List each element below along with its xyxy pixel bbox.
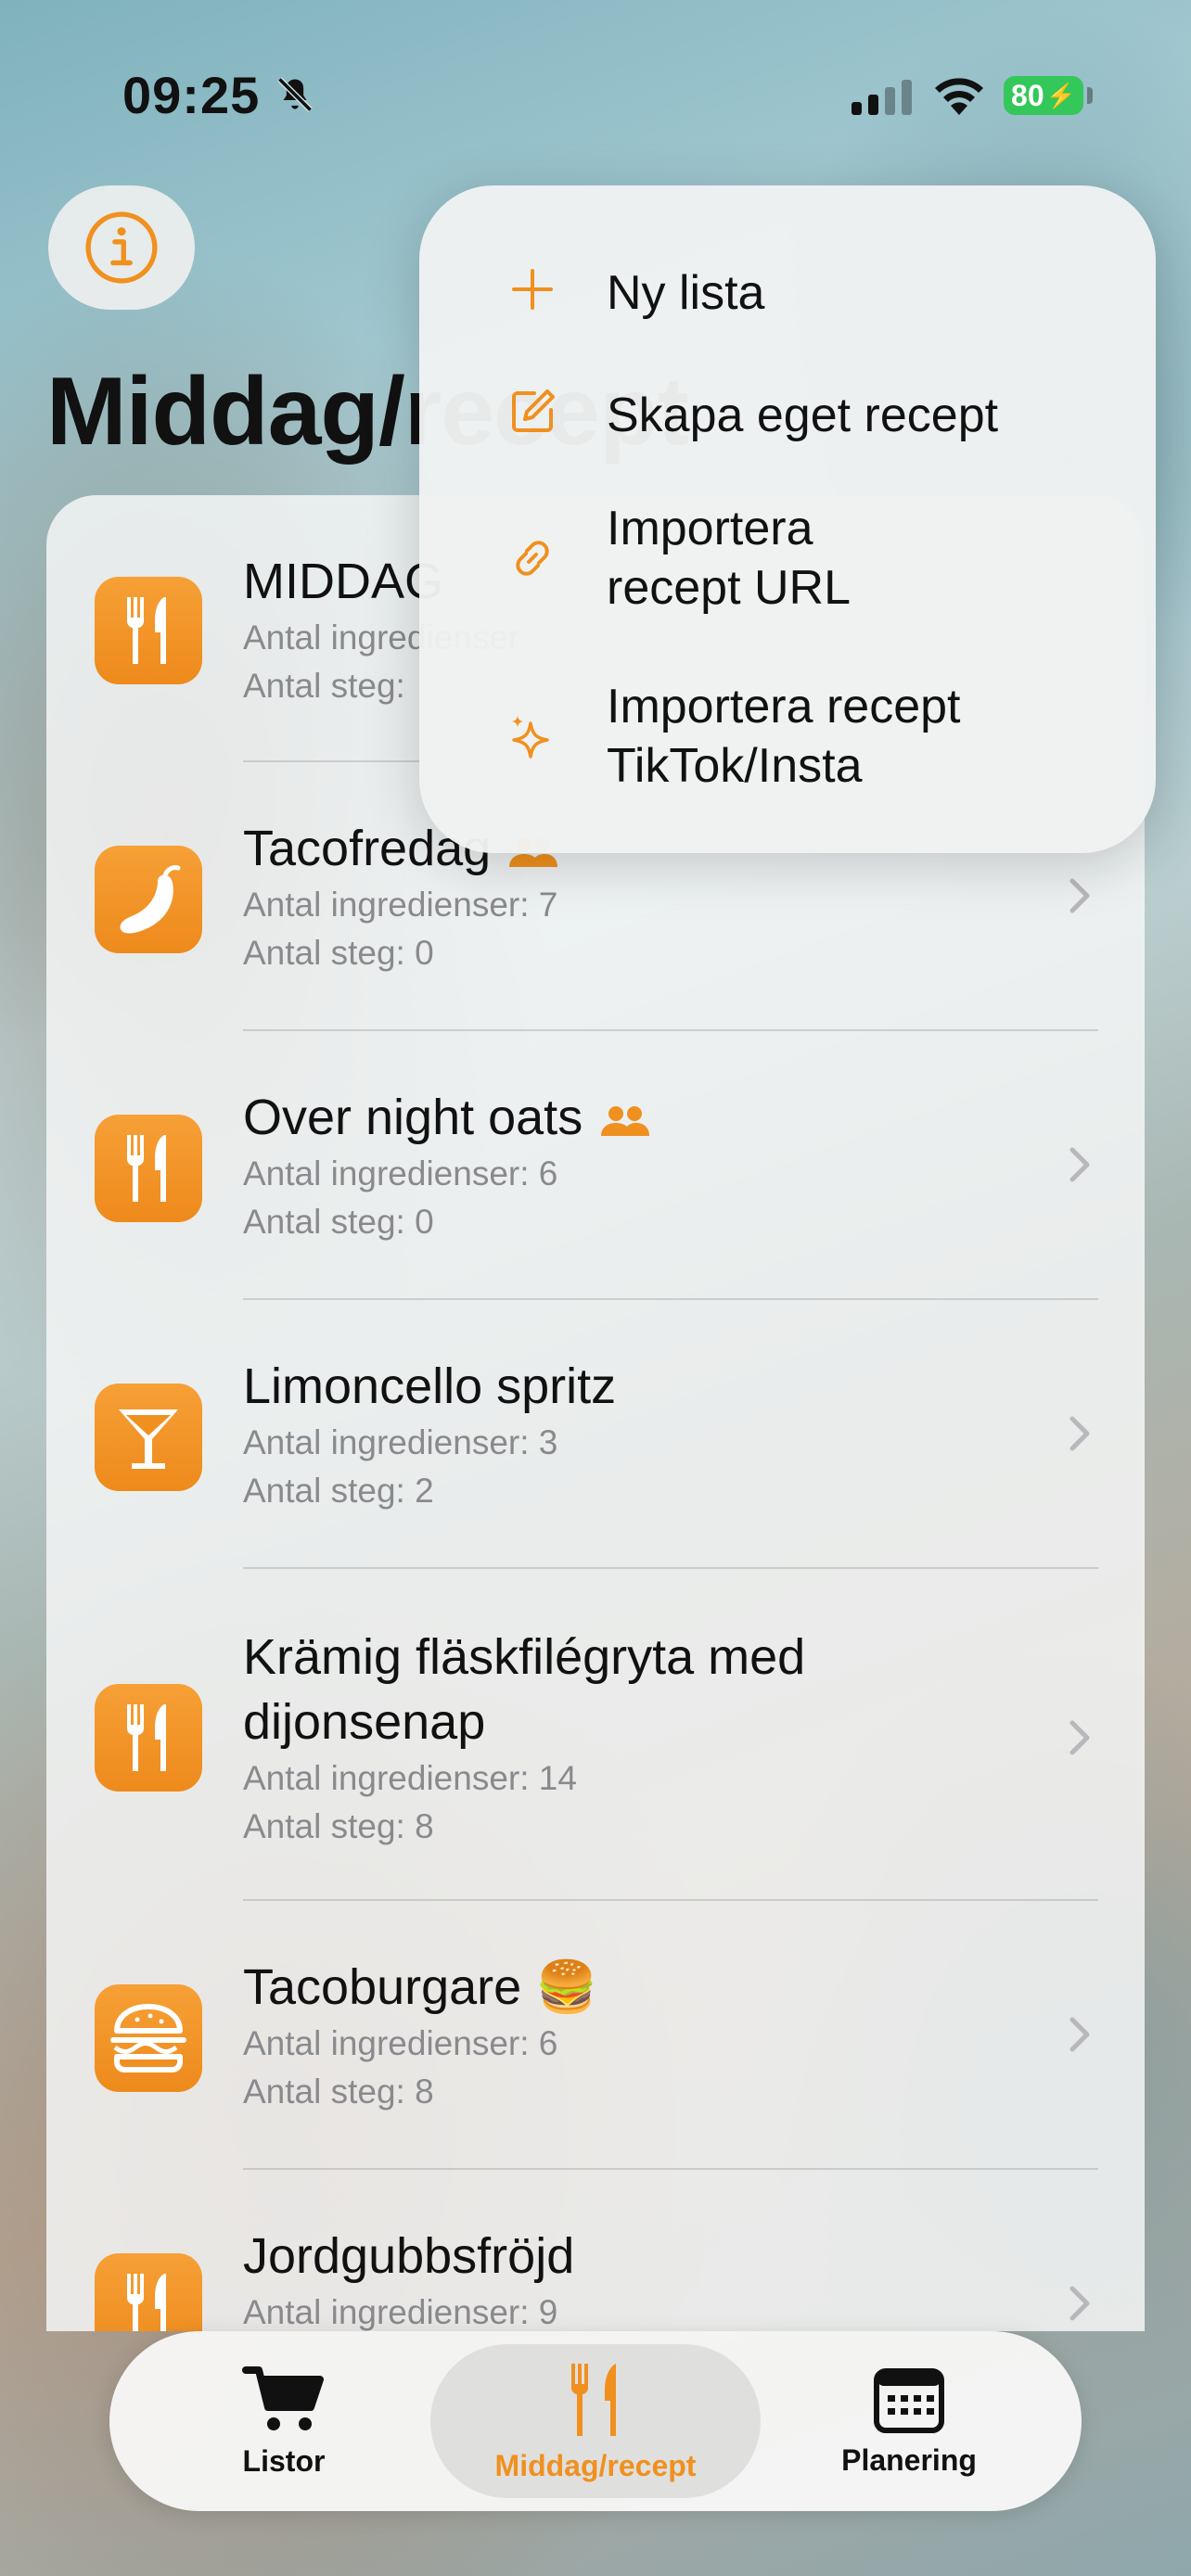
recipe-title: Limoncello spritz (243, 1358, 617, 1414)
menu-item-skapa-eget-recept[interactable]: Skapa eget recept (419, 363, 1156, 471)
sparkles-icon (512, 716, 549, 759)
fork-knife-icon (95, 577, 202, 684)
info-button[interactable] (48, 185, 195, 310)
menu-item-importera-recept-tiktok-insta[interactable]: Importera recept TikTok/Insta (419, 668, 1156, 816)
recipe-title: Jordgubbsfröjd (243, 2228, 575, 2284)
bell-muted-icon (277, 77, 313, 112)
add-menu-popup: Ny lista Skapa eget recept Importera rec… (419, 185, 1156, 853)
recipe-ingredient-count: Antal ingredienser: 6 (243, 1154, 558, 1192)
recipe-row[interactable]: Tacoburgare 🍔 Antal ingredienser: 6 Anta… (46, 1901, 1145, 2170)
recipe-row[interactable]: Limoncello spritz Antal ingredienser: 3 … (46, 1300, 1145, 1569)
cart-icon (242, 2366, 324, 2430)
info-icon (85, 211, 158, 284)
recipe-step-count: Antal steg: 0 (243, 1203, 434, 1241)
chevron-right-icon (1069, 878, 1090, 913)
recipe-title: Tacoburgare 🍔 (243, 1959, 598, 2015)
recipe-row[interactable]: Krämig fläskfilégryta med dijonsenap Ant… (46, 1569, 1145, 1903)
tab-label: Middag/recept (494, 2448, 697, 2482)
menu-item-label: Ny lista (607, 266, 765, 320)
recipe-title: MIDDAG (243, 554, 443, 609)
tab-planering[interactable]: Planering (759, 2344, 1059, 2498)
recipe-title-text: Over night oats (243, 1090, 583, 1145)
menu-item-label: Importera recept URL (607, 502, 851, 615)
menu-item-ny-lista[interactable]: Ny lista (419, 241, 1156, 349)
menu-item-label: Skapa eget recept (607, 389, 999, 442)
chevron-right-icon (1069, 1720, 1090, 1755)
recipe-ingredient-count: Antal ingredienser: 9 (243, 2293, 558, 2331)
recipe-title: Krämig fläskfilégryta med dijonsenap (243, 1629, 806, 1750)
tab-middag-recept[interactable]: Middag/recept (430, 2344, 761, 2498)
recipe-ingredient-count: Antal ingredienser: 7 (243, 886, 558, 924)
chevron-right-icon (1069, 1416, 1090, 1451)
wifi-icon (935, 78, 983, 115)
recipe-step-count: Antal steg: 8 (243, 2072, 434, 2111)
fork-knife-icon (570, 2363, 616, 2436)
recipe-ingredient-count: Antal ingredienser: 14 (243, 1759, 577, 1797)
recipe-ingredient-count: Antal ingredienser: 6 (243, 2024, 558, 2062)
menu-item-importera-recept-url[interactable]: Importera recept URL (419, 486, 1156, 634)
recipe-row[interactable]: Jordgubbsfröjd Antal ingredienser: 9 (46, 2170, 1145, 2331)
burger-icon (95, 1984, 202, 2092)
battery-indicator: 80 ⚡ (1004, 76, 1083, 115)
status-time: 09:25 (122, 66, 261, 124)
fork-knife-icon (95, 1684, 202, 1792)
recipe-step-count: Antal steg: 8 (243, 1807, 434, 1845)
recipe-step-count: Antal steg: 0 (243, 934, 434, 972)
tab-bar: Listor Middag/recept Planering (109, 2331, 1082, 2511)
recipe-ingredient-count: Antal ingredienser: 3 (243, 1423, 558, 1461)
status-bar: 09:25 80 ⚡ (0, 0, 1191, 185)
compose-icon (512, 389, 555, 432)
charging-bolt-icon: ⚡ (1045, 81, 1076, 109)
tab-label: Listor (242, 2443, 326, 2478)
chevron-right-icon (1069, 2286, 1090, 2321)
calendar-icon (874, 2367, 944, 2433)
cellular-signal-icon (852, 80, 912, 115)
tab-listor[interactable]: Listor (132, 2344, 436, 2498)
battery-tip (1087, 87, 1093, 104)
recipe-title: Over night oats (243, 1085, 651, 1154)
recipe-step-count: Antal steg: (243, 667, 405, 705)
chevron-right-icon (1069, 1147, 1090, 1182)
fork-knife-icon (95, 1115, 202, 1222)
recipe-step-count: Antal steg: 2 (243, 1472, 434, 1510)
plus-icon (512, 269, 553, 310)
battery-level: 80 (1011, 78, 1044, 112)
menu-item-label: Importera recept TikTok/Insta (607, 680, 961, 793)
cocktail-glass-icon (95, 1384, 202, 1491)
chevron-right-icon (1069, 2017, 1090, 2052)
recipe-row[interactable]: Over night oats Antal ingredienser: 6 An… (46, 1031, 1145, 1300)
link-icon (516, 541, 549, 576)
fork-knife-icon (95, 2253, 202, 2331)
chili-pepper-icon (95, 846, 202, 953)
shared-people-icon (599, 1089, 651, 1154)
tab-label: Planering (841, 2442, 977, 2477)
